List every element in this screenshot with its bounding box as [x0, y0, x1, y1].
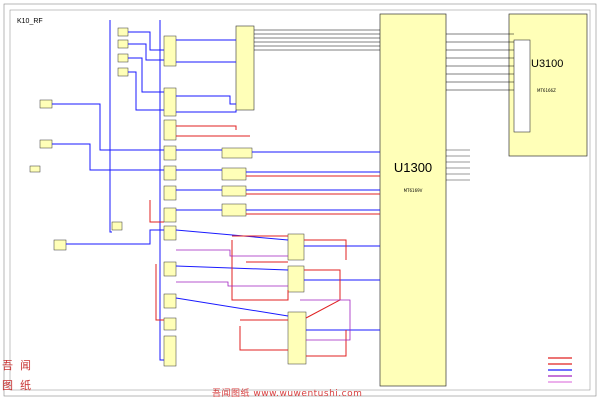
- seal-char: 吾: [2, 359, 13, 372]
- u3100-ref: U3100: [531, 58, 564, 70]
- blue-wires: [52, 20, 380, 361]
- connector-block: [235, 25, 255, 111]
- u3100-part: MT6166Z: [537, 88, 556, 93]
- watermark-text: 吾闻图纸 www.wuwentushi.com: [212, 389, 363, 399]
- sheet-title: K10_RF: [17, 18, 43, 25]
- red-wires: [149, 125, 380, 357]
- watermark-seal: 吾 闻 图 纸: [0, 357, 38, 399]
- schematic-sheet: [3, 3, 597, 397]
- seal-char: 图: [2, 379, 13, 392]
- seal-char: 闻: [20, 359, 31, 372]
- wire-legend: [548, 357, 572, 383]
- side-signals: [446, 149, 470, 181]
- u1300-part: MT6169V: [403, 188, 423, 193]
- u1300-ref: U1300: [393, 160, 433, 175]
- purple-wires: [176, 249, 351, 341]
- u1300-ic-body: [379, 13, 447, 387]
- u3100-pin-block: [513, 39, 531, 133]
- seal-char: 纸: [20, 379, 31, 392]
- small-ic-column: [29, 27, 307, 367]
